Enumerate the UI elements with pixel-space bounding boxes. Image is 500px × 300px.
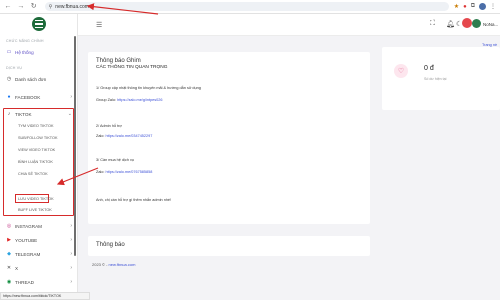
chevron-right-icon: › — [70, 237, 72, 243]
fullscreen-icon[interactable]: ⛶ — [430, 20, 435, 28]
chevron-right-icon: › — [70, 94, 72, 100]
bookmark-star-icon[interactable]: ★ — [454, 3, 459, 10]
footer-copyright: 2023 © - — [92, 262, 109, 267]
top-header: ☰ ⛶ 🔔︎ ☾ NoNa... — [78, 14, 500, 36]
pinned-notice-title: Thông báo Ghim — [96, 58, 141, 64]
sidebar-item-label: Hệ thống — [15, 49, 34, 55]
notice-line-admin: 2/ Admin hỗ trợ — [96, 124, 122, 128]
notice-line-buy-zalo: Zalo: https://zalo.me/0767585858 — [96, 170, 152, 174]
chevron-right-icon: › — [70, 279, 72, 285]
url-text: new.fbnua.com — [55, 3, 89, 10]
pinned-notice-card: Thông báo Ghim CÁC THÔNG TIN QUAN TRỌNG … — [88, 52, 370, 224]
notice-line-support: Anh, chị cần hỗ trợ gì thêm nhắn admin n… — [96, 198, 172, 202]
sidebar-item-danh-sach-don[interactable]: ◷ Danh sách đơn — [6, 74, 72, 84]
section-label-main: CHỨC NĂNG CHÍNH — [6, 39, 44, 43]
notice-card: Thông báo — [88, 236, 370, 256]
submenu-item-sub-follow[interactable]: SUB/FOLLOW TIKTOK — [18, 133, 72, 142]
site-info-icon[interactable]: ⚲ — [49, 4, 53, 10]
notice-line-group-zalo: Group Zalo: https://zalo.me/g/intpes026 — [96, 98, 163, 102]
notice-label: Zalo: — [96, 134, 106, 138]
telegram-icon: ◆ — [7, 251, 11, 257]
reload-icon[interactable]: ↻ — [30, 3, 38, 11]
notice-line-buy: 3/ Cần mua hệ dịch vụ — [96, 158, 134, 162]
balance-amount: 0 đ — [424, 65, 434, 72]
notice-line-group: 1/ Group cập nhật thông tin khuyến mãi &… — [96, 86, 201, 90]
sidebar-scrollbar[interactable] — [74, 36, 76, 256]
sidebar-item-label: THREAD — [15, 279, 34, 285]
sidebar-item-label: Danh sách đơn — [15, 76, 47, 82]
facebook-icon: ● — [7, 94, 11, 100]
admin-zalo-link[interactable]: https://zalo.me/0347452297 — [106, 134, 153, 138]
extensions-puzzle-icon[interactable]: ⧉ — [471, 3, 475, 10]
extension-icon[interactable]: ● — [463, 4, 467, 10]
submenu-item-view-video[interactable]: VIEW VIDEO TIKTOK — [18, 145, 72, 154]
browser-toolbar: ← → ↻ ⚲ new.fbnua.com ★ ● ⧉ ⋮ — [0, 0, 500, 14]
user-avatar[interactable] — [472, 19, 481, 28]
sidebar-item-label: YOUTUBE — [15, 237, 38, 243]
chevron-right-icon: › — [70, 265, 72, 271]
browser-profile-avatar[interactable] — [479, 3, 486, 10]
sidebar-item-label: FACEBOOK — [15, 94, 41, 100]
sidebar-item-label: TELEGRAM — [15, 251, 41, 257]
back-icon[interactable]: ← — [4, 3, 12, 11]
instagram-icon: ◎ — [6, 223, 12, 229]
sidebar-item-facebook[interactable]: ● FACEBOOK › — [6, 92, 72, 102]
balance-label: Số dư hiện tại — [424, 77, 447, 81]
menu-toggle-icon[interactable]: ☰ — [96, 21, 102, 29]
pinned-notice-heading: CÁC THÔNG TIN QUAN TRỌNG — [96, 65, 168, 70]
site-logo[interactable] — [32, 17, 46, 31]
submenu-item-buff-live[interactable]: BUFF LIVE TIKTOK — [18, 205, 72, 214]
buy-zalo-link[interactable]: https://zalo.me/0767585858 — [106, 170, 153, 174]
submenu-item-luu-video[interactable]: LƯU VIDEO TIKTOK — [18, 194, 72, 203]
notice-label: Group Zalo: — [96, 98, 118, 102]
notice-line-admin-zalo: Zalo: https://zalo.me/0347452297 — [96, 134, 152, 138]
sidebar: CHỨC NĂNG CHÍNH ▭ Hệ thống DỊCH VỤ ◷ Dan… — [0, 14, 78, 300]
x-icon: ✕ — [6, 265, 12, 271]
submenu-item-tym-video[interactable]: TYM VIDEO TIKTOK — [18, 121, 72, 130]
status-bar-url: https://new.fbnua.com/tiktok/TIKTOK — [0, 292, 90, 300]
clock-icon: ◷ — [6, 76, 12, 82]
heart-icon: ♡ — [394, 64, 408, 78]
sidebar-item-label: X — [15, 265, 19, 271]
thread-icon: ◉ — [6, 279, 12, 285]
footer-link[interactable]: new.fbnua.com — [109, 262, 136, 267]
monitor-icon: ▭ — [6, 49, 12, 55]
chevron-down-icon: ⌄ — [67, 111, 72, 117]
sidebar-item-tiktok[interactable]: ♪ TIKTOK ⌄ — [6, 109, 72, 119]
notice-label: Zalo: — [96, 170, 106, 174]
address-bar[interactable]: ⚲ new.fbnua.com — [44, 2, 449, 11]
balance-card: ♡ 0 đ Số dư hiện tại — [382, 47, 500, 110]
chevron-right-icon: › — [70, 251, 72, 257]
tiktok-icon: ♪ — [7, 111, 11, 117]
sidebar-item-label: INSTAGRAM — [15, 223, 42, 229]
youtube-icon: ▶ — [7, 237, 11, 243]
sidebar-item-telegram[interactable]: ◆ TELEGRAM › — [6, 249, 72, 259]
submenu-item-chia-se[interactable]: CHIA SẺ TIKTOK — [18, 169, 72, 178]
section-label-service: DỊCH VỤ — [6, 66, 23, 70]
forward-icon[interactable]: → — [17, 3, 25, 11]
chevron-right-icon: › — [70, 223, 72, 229]
moon-icon[interactable]: ☾ — [456, 20, 462, 28]
notification-badge — [462, 18, 472, 28]
sidebar-item-x[interactable]: ✕ X › — [6, 263, 72, 273]
submenu-item-binh-luan[interactable]: BÌNH LUẬN TIKTOK — [18, 157, 72, 166]
sidebar-item-he-thong[interactable]: ▭ Hệ thống — [6, 47, 72, 57]
browser-menu-icon[interactable]: ⋮ — [490, 3, 496, 10]
sidebar-item-youtube[interactable]: ▶ YOUTUBE › — [6, 235, 72, 245]
sidebar-item-label: TIKTOK — [15, 111, 32, 117]
sidebar-item-instagram[interactable]: ◎ INSTAGRAM › — [6, 221, 72, 231]
home-breadcrumb-link[interactable]: Trang nề — [482, 43, 497, 47]
sidebar-item-thread[interactable]: ◉ THREAD › — [6, 277, 72, 287]
username[interactable]: NoNa... — [483, 22, 498, 27]
group-zalo-link[interactable]: https://zalo.me/g/intpes026 — [117, 98, 162, 102]
notice-title: Thông báo — [96, 242, 125, 248]
footer: 2023 © - new.fbnua.com — [92, 262, 135, 267]
bell-icon[interactable]: 🔔︎ — [446, 20, 455, 28]
